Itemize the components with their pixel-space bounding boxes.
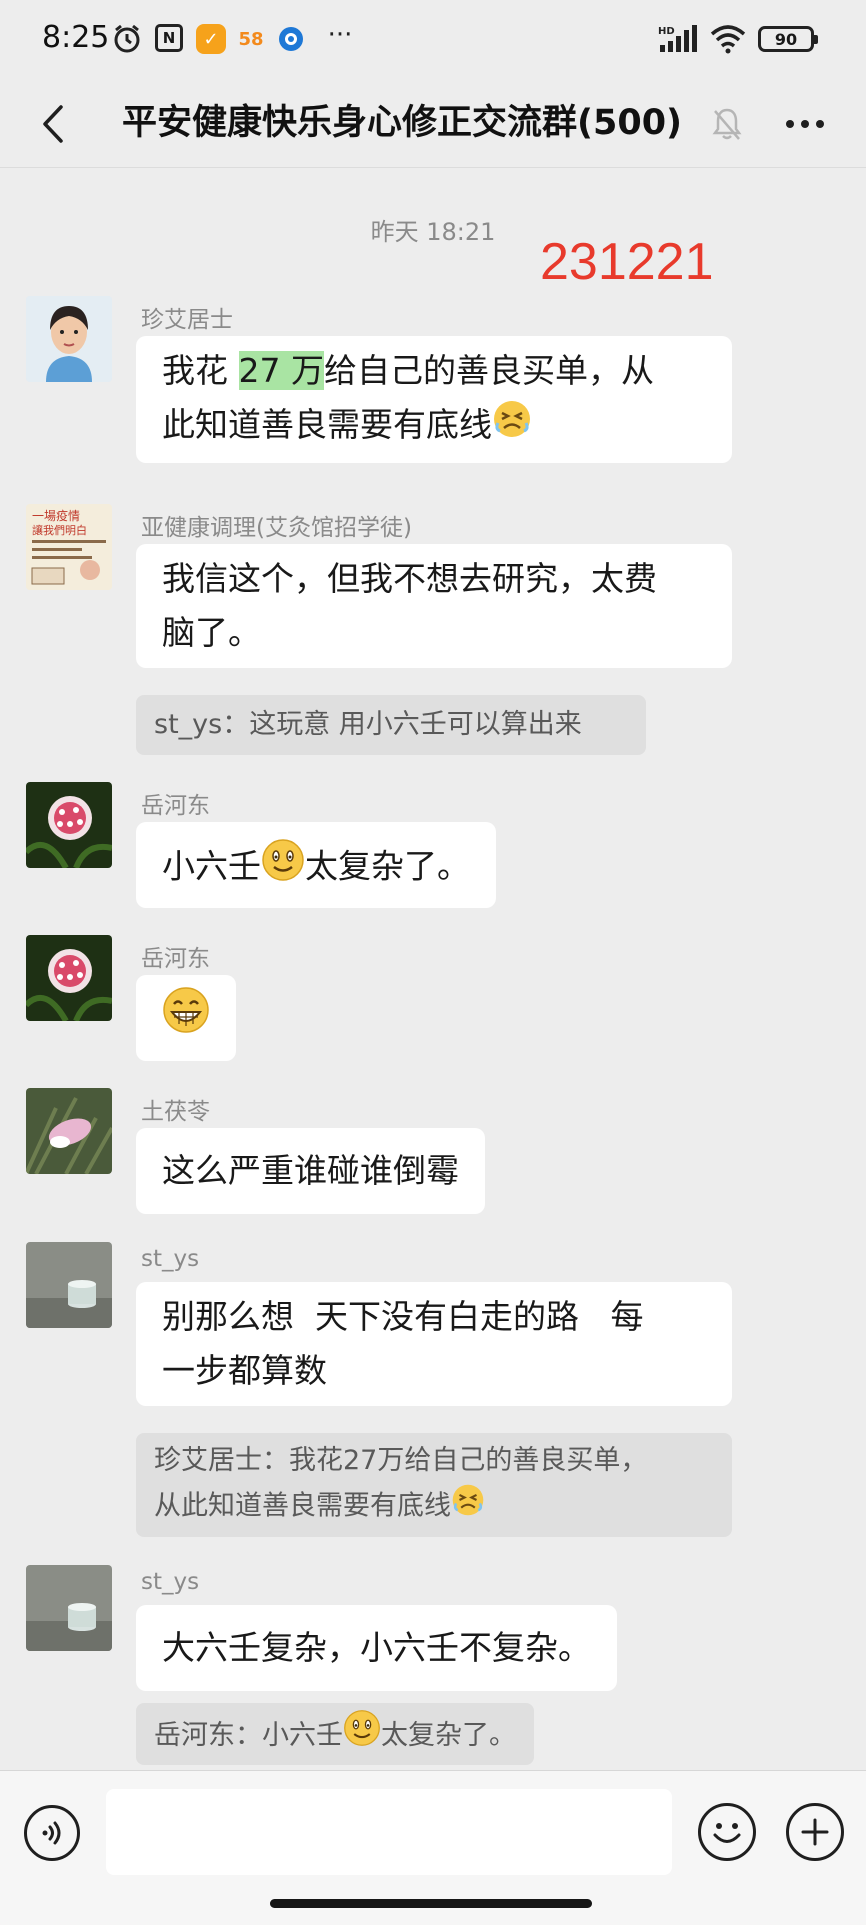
- profile-flower-photo: [26, 782, 112, 868]
- wifi-icon: [708, 24, 748, 54]
- avatar[interactable]: [26, 1242, 112, 1328]
- poster-text: 讓我們明白: [32, 523, 87, 537]
- chat-timestamp: 昨天 18:21: [370, 218, 496, 246]
- chat-header: 平安健康快乐身心修正交流群(500): [0, 80, 866, 168]
- quote-text: 从此知道善良需要有底线: [154, 1490, 451, 1522]
- nfc-icon: N: [155, 24, 183, 52]
- more-notifications-icon: ···: [327, 20, 353, 50]
- app-58-icon: 58: [238, 28, 264, 50]
- network-type-label: HD: [658, 26, 675, 37]
- signal-icon: HD: [658, 24, 700, 54]
- message-text: 小六壬: [162, 846, 261, 886]
- message-text: 别那么想 天下没有白走的路 每: [162, 1297, 644, 1336]
- sender-name: 岳河东: [141, 946, 210, 972]
- avatar[interactable]: 一場疫情 讓我們明白: [26, 504, 112, 590]
- avatar[interactable]: [26, 1565, 112, 1651]
- smiling-face-emoji: [343, 1709, 381, 1764]
- message-bubble[interactable]: 小六壬 太复杂了。: [136, 822, 496, 908]
- sender-name: 珍艾居士: [141, 307, 233, 333]
- smiling-face-emoji: [261, 838, 305, 898]
- sender-name: 亚健康调理(艾灸馆招学徒): [141, 515, 412, 541]
- profile-flower-photo: [26, 935, 112, 1021]
- avatar[interactable]: [26, 296, 112, 382]
- status-bar: 8:25 N ✓ 58 ··· HD 90: [0, 0, 866, 80]
- home-indicator[interactable]: [270, 1899, 592, 1908]
- quoted-reply[interactable]: st_ys：这玩意 用小六壬可以算出来: [136, 695, 646, 755]
- message-text: 一步都算数: [162, 1351, 327, 1390]
- message-text: 给自己的善良买单，从: [323, 351, 654, 390]
- sender-name: 土茯苓: [141, 1099, 210, 1125]
- voice-wave-icon: [42, 1821, 61, 1845]
- ellipsis-icon: [786, 120, 824, 128]
- plus-icon: [801, 1818, 829, 1846]
- app-notification-icon: ✓: [196, 24, 226, 54]
- avatar[interactable]: [26, 935, 112, 1021]
- message-text: 此知道善良需要有底线: [162, 405, 492, 444]
- persevering-face-emoji: [451, 1483, 485, 1531]
- quote-text: 珍艾居士：我花27万给自己的善良买单，: [154, 1445, 648, 1476]
- message-bubble[interactable]: 大六壬复杂，小六壬不复杂。: [136, 1605, 617, 1691]
- message-bubble[interactable]: 我花 27 万给自己的善良买单，从 此知道善良需要有底线: [136, 336, 732, 463]
- sender-name: st_ys: [141, 1569, 200, 1595]
- persevering-face-emoji: [492, 399, 532, 455]
- quote-text: 岳河东：小六壬: [154, 1720, 343, 1751]
- message-bubble[interactable]: [136, 975, 236, 1061]
- overlay-annotation: 231221: [540, 233, 714, 291]
- profile-photo-woman: [26, 296, 112, 382]
- quoted-reply[interactable]: 岳河东：小六壬 太复杂了。: [136, 1703, 534, 1765]
- more-actions-button[interactable]: [786, 1803, 844, 1861]
- message-bubble[interactable]: 我信这个，但我不想去研究，太费 脑了。: [136, 544, 732, 668]
- message-text: 我信这个，但我不想去研究，太费: [162, 559, 657, 598]
- profile-humidifier-photo: [26, 1242, 112, 1328]
- poster-text: 一場疫情: [32, 508, 80, 523]
- message-text: 大六壬复杂，小六壬不复杂。: [162, 1628, 591, 1667]
- status-time: 8:25: [42, 20, 110, 55]
- sender-name: st_ys: [141, 1246, 200, 1272]
- message-text: 太复杂了。: [305, 846, 470, 886]
- alarm-clock-icon: [112, 24, 142, 54]
- message-bubble[interactable]: 别那么想 天下没有白走的路 每 一步都算数: [136, 1282, 732, 1406]
- smiley-icon: [713, 1823, 741, 1843]
- chevron-left-icon: [43, 105, 63, 143]
- battery-icon: 90: [758, 26, 818, 52]
- quoted-reply[interactable]: 珍艾居士：我花27万给自己的善良买单， 从此知道善良需要有底线: [136, 1433, 732, 1537]
- grinning-face-emoji: [162, 986, 210, 1050]
- emoji-button[interactable]: [698, 1803, 756, 1861]
- message-text: 这么严重谁碰谁倒霉: [162, 1151, 459, 1190]
- message-input[interactable]: [106, 1789, 672, 1875]
- avatar[interactable]: [26, 1088, 112, 1174]
- sender-name: 岳河东: [141, 793, 210, 819]
- message-text: 我花: [162, 351, 239, 390]
- avatar[interactable]: [26, 782, 112, 868]
- profile-plant-photo: [26, 1088, 112, 1174]
- profile-humidifier-photo: [26, 1565, 112, 1651]
- voice-input-button[interactable]: [24, 1805, 80, 1861]
- app-blue-icon: [276, 24, 306, 54]
- highlighted-text: 27 万: [238, 351, 324, 390]
- message-bubble[interactable]: 这么严重谁碰谁倒霉: [136, 1128, 485, 1214]
- quote-text: 太复杂了。: [381, 1720, 516, 1751]
- chat-title: 平安健康快乐身心修正交流群(500): [122, 103, 683, 143]
- message-text: 脑了。: [162, 613, 261, 652]
- back-button[interactable]: [28, 96, 78, 152]
- more-options-button[interactable]: [778, 102, 832, 146]
- mute-bell-icon: [708, 102, 746, 146]
- profile-poster-image: 一場疫情 讓我們明白: [26, 504, 112, 590]
